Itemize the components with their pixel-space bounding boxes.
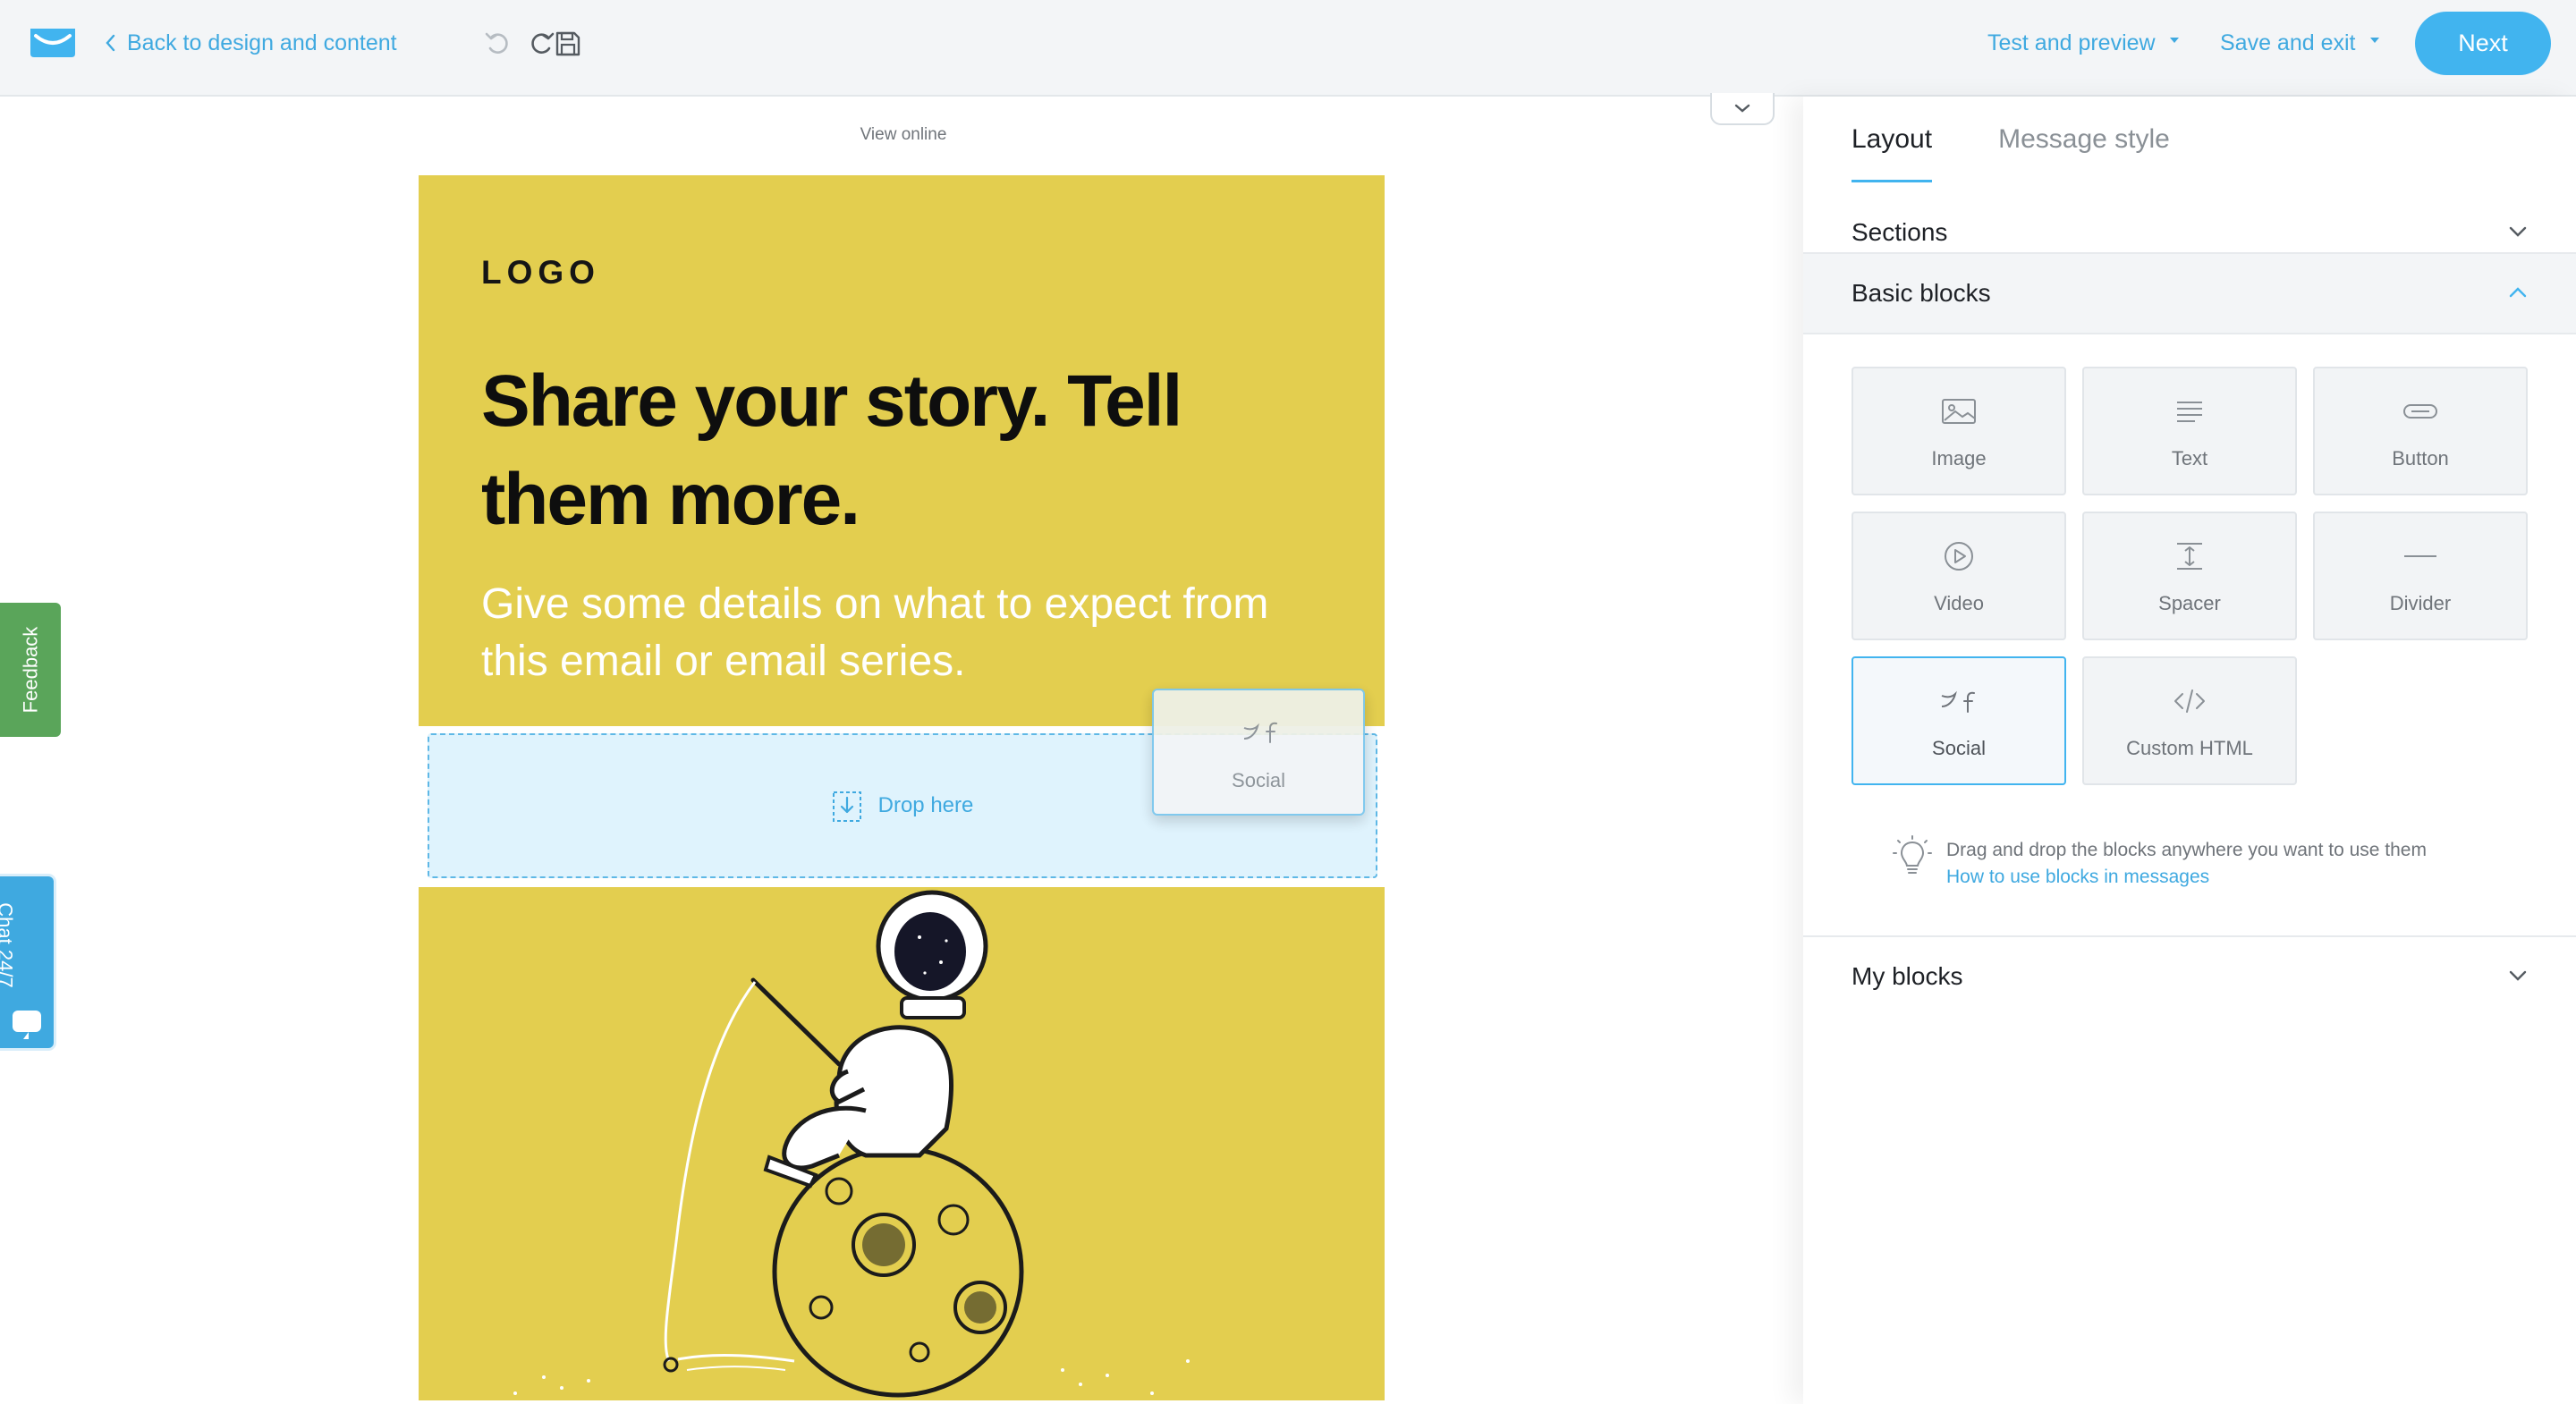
drop-here-label: Drop here [877, 793, 974, 817]
basic-blocks-label: Basic blocks [1852, 279, 1991, 307]
chat-label: Chat 24/7 [0, 902, 17, 988]
block-divider[interactable]: Divider [2313, 512, 2528, 640]
image-icon [1942, 399, 1976, 424]
block-label: Text [2171, 447, 2208, 469]
lightbulb-icon [1893, 835, 1932, 874]
test-and-preview-label: Test and preview [1987, 30, 2156, 55]
save-icon [555, 31, 580, 56]
block-spacer[interactable]: Spacer [2082, 512, 2297, 640]
caret-down-icon [2369, 38, 2379, 43]
feedback-tab[interactable]: Feedback [0, 603, 61, 737]
basic-blocks-accordion[interactable]: Basic blocks [1803, 254, 2576, 333]
hero-subtitle[interactable]: Give some details on what to expect from… [481, 576, 1286, 690]
collapse-toolbar-button[interactable] [1710, 93, 1775, 125]
spacer-icon [2177, 543, 2202, 570]
block-label: Video [1934, 592, 1984, 614]
save-and-exit-menu[interactable]: Save and exit [2220, 27, 2379, 59]
block-label: Spacer [2158, 592, 2221, 614]
block-label: Divider [2389, 592, 2452, 614]
divider-icon [2404, 555, 2436, 557]
astronaut-illustration[interactable] [419, 887, 1385, 1400]
feedback-label: Feedback [19, 626, 41, 714]
drop-here-icon [832, 791, 861, 822]
caret-down-icon [2169, 38, 2179, 43]
block-button[interactable]: Button [2313, 367, 2528, 495]
blocks-panel: Layout Message style Sections Basic bloc… [1803, 97, 2576, 1404]
block-custom-html[interactable]: Custom HTML [2082, 656, 2297, 785]
chevron-up-icon [2509, 287, 2527, 298]
undo-wrapper [483, 27, 517, 61]
next-button[interactable]: Next [2415, 12, 2551, 75]
back-to-design-link[interactable]: Back to design and content [104, 27, 397, 59]
block-label: Image [1931, 447, 1987, 469]
drag-ghost-label: Social [1232, 769, 1285, 791]
my-blocks-accordion[interactable]: My blocks [1803, 937, 2576, 1016]
chevron-down-icon [2509, 226, 2527, 237]
hero-section[interactable]: LOGO Share your story. Tell them more. G… [419, 175, 1385, 726]
top-bar: Back to design and content Test and prev… [0, 0, 2576, 97]
divider [1803, 333, 2576, 334]
block-label: Custom HTML [2126, 737, 2253, 759]
block-label: Social [1932, 737, 1986, 759]
how-to-use-blocks-link[interactable]: How to use blocks in messages [1946, 864, 2209, 891]
save-button[interactable] [551, 27, 585, 61]
sections-label: Sections [1852, 218, 1948, 246]
block-text[interactable]: Text [2082, 367, 2297, 495]
chevron-left-icon [106, 34, 115, 52]
social-icon [1941, 690, 1975, 713]
my-blocks-label: My blocks [1852, 962, 1963, 990]
chevron-down-icon [1734, 104, 1750, 113]
video-icon [1945, 542, 1973, 571]
back-link-label: Back to design and content [127, 30, 397, 55]
astronaut-on-moon-image [513, 890, 1190, 1398]
hero-logo-text[interactable]: LOGO [481, 254, 600, 292]
button-icon [2403, 404, 2437, 419]
chat-tab[interactable]: Chat 24/7 [0, 876, 54, 1048]
hint-text: Drag and drop the blocks anywhere you wa… [1946, 840, 2427, 860]
view-online-link[interactable]: View online [769, 125, 1038, 145]
social-icon [1243, 722, 1277, 743]
block-image[interactable]: Image [1852, 367, 2066, 495]
block-social[interactable]: Social [1852, 656, 2066, 785]
test-and-preview-menu[interactable]: Test and preview [1987, 27, 2179, 59]
panel-tabs: Layout Message style [1852, 97, 2170, 182]
hero-title[interactable]: Share your story. Tell them more. [481, 352, 1286, 549]
chat-bubble-icon [13, 1011, 41, 1039]
save-and-exit-label: Save and exit [2220, 30, 2356, 55]
block-label: Button [2392, 447, 2449, 469]
tab-layout[interactable]: Layout [1852, 97, 1933, 182]
block-video[interactable]: Video [1852, 512, 2066, 640]
app-logo-icon[interactable] [29, 27, 77, 59]
code-icon [2174, 689, 2205, 713]
chevron-down-icon [2509, 970, 2527, 981]
tab-message-style[interactable]: Message style [1998, 97, 2170, 182]
dragging-social-block[interactable]: Social [1152, 689, 1365, 816]
text-icon [2177, 402, 2202, 422]
